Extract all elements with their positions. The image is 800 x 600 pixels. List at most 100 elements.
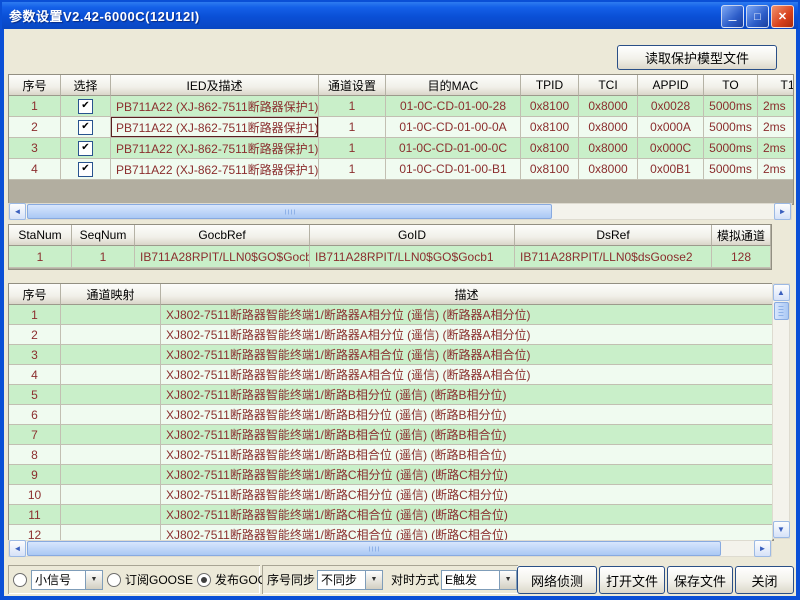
cell-mapping[interactable] (61, 325, 161, 345)
cell-sim-channel[interactable]: 128 (712, 246, 771, 268)
cell-seqnum[interactable]: 1 (72, 246, 135, 268)
scroll-down-icon[interactable]: ▼ (773, 521, 790, 538)
cell-tci[interactable]: 0x8000 (579, 117, 638, 138)
cell-ied-focused[interactable]: PB711A22 (XJ-862-7511断路器保护1) (111, 117, 319, 138)
cell-no[interactable]: 10 (9, 485, 61, 505)
cell-mapping[interactable] (61, 485, 161, 505)
cell-stanum[interactable]: 1 (9, 246, 72, 268)
scroll-up-icon[interactable]: ▲ (773, 284, 790, 301)
channel-table-vscrollbar[interactable]: ▲ ▼ (772, 283, 790, 539)
cell-desc[interactable]: XJ802-7511断路器智能终端1/断路B相合位 (遥信) (断路B相合位) (161, 445, 773, 465)
cell-mapping[interactable] (61, 425, 161, 445)
cell-channels[interactable]: 1 (319, 159, 386, 180)
cell-mac[interactable]: 01-0C-CD-01-00-B1 (386, 159, 521, 180)
cell-t1[interactable]: 2ms (758, 117, 794, 138)
cell-no[interactable]: 3 (9, 138, 61, 159)
cell-appid[interactable]: 0x0028 (638, 96, 704, 117)
cell-no[interactable]: 4 (9, 365, 61, 385)
cell-tpid[interactable]: 0x8100 (521, 159, 579, 180)
cell-gocbref[interactable]: IB711A28RPIT/LLN0$GO$Gocb1 (135, 246, 310, 268)
titlebar[interactable]: 参数设置V2.42-6000C(12U12I) — □ ✕ (2, 2, 798, 29)
cell-t1[interactable]: 2ms (758, 96, 794, 117)
cell-no[interactable]: 1 (9, 96, 61, 117)
cell-mapping[interactable] (61, 525, 161, 541)
cell-select[interactable]: ✔ (61, 96, 111, 117)
cell-ied[interactable]: PB711A22 (XJ-862-7511断路器保护1) (111, 138, 319, 159)
cell-tci[interactable]: 0x8000 (579, 159, 638, 180)
publish-goose-radio[interactable] (197, 573, 211, 587)
cell-desc[interactable]: XJ802-7511断路器智能终端1/断路C相合位 (遥信) (断路C相合位) (161, 505, 773, 525)
cell-to[interactable]: 5000ms (704, 159, 758, 180)
cell-mapping[interactable] (61, 465, 161, 485)
cell-appid[interactable]: 0x000A (638, 117, 704, 138)
cell-appid[interactable]: 0x00B1 (638, 159, 704, 180)
cell-no[interactable]: 11 (9, 505, 61, 525)
close-button[interactable]: ✕ (771, 5, 794, 28)
subscribe-goose-radio[interactable] (107, 573, 121, 587)
cell-no[interactable]: 2 (9, 325, 61, 345)
cell-goid[interactable]: IB711A28RPIT/LLN0$GO$Gocb1 (310, 246, 515, 268)
cell-mapping[interactable] (61, 345, 161, 365)
cell-channels[interactable]: 1 (319, 138, 386, 159)
checkbox-checked[interactable]: ✔ (78, 162, 93, 177)
chevron-down-icon[interactable]: ▼ (499, 571, 516, 589)
cell-desc[interactable]: XJ802-7511断路器智能终端1/断路B相分位 (遥信) (断路B相分位) (161, 405, 773, 425)
cell-no[interactable]: 6 (9, 405, 61, 425)
cell-mapping[interactable] (61, 405, 161, 425)
cell-mapping[interactable] (61, 305, 161, 325)
cell-t1[interactable]: 2ms (758, 159, 794, 180)
cell-desc[interactable]: XJ802-7511断路器智能终端1/断路器A相合位 (遥信) (断路器A相合位… (161, 345, 773, 365)
cell-to[interactable]: 5000ms (704, 117, 758, 138)
scroll-right-icon[interactable]: ► (774, 203, 791, 220)
save-file-button[interactable]: 保存文件 (667, 566, 733, 594)
cell-tci[interactable]: 0x8000 (579, 96, 638, 117)
scroll-right-icon[interactable]: ► (754, 540, 771, 557)
cell-desc[interactable]: XJ802-7511断路器智能终端1/断路器A相分位 (遥信) (断路器A相分位… (161, 305, 773, 325)
close-dialog-button[interactable]: 关闭 (735, 566, 794, 594)
seq-sync-dropdown[interactable]: 不同步 ▼ (317, 570, 383, 590)
cell-desc[interactable]: XJ802-7511断路器智能终端1/断路B相分位 (遥信) (断路B相分位) (161, 385, 773, 405)
network-detect-button[interactable]: 网络侦测 (517, 566, 597, 594)
cell-select[interactable]: ✔ (61, 138, 111, 159)
cell-mapping[interactable] (61, 445, 161, 465)
chevron-down-icon[interactable]: ▼ (85, 571, 102, 589)
read-model-file-button[interactable]: 读取保护模型文件 (617, 45, 777, 70)
cell-appid[interactable]: 0x000C (638, 138, 704, 159)
checkbox-checked[interactable]: ✔ (78, 99, 93, 114)
small-signal-dropdown[interactable]: 小信号 ▼ (31, 570, 103, 590)
cell-select[interactable]: ✔ (61, 159, 111, 180)
chevron-down-icon[interactable]: ▼ (365, 571, 382, 589)
cell-desc[interactable]: XJ802-7511断路器智能终端1/断路器A相合位 (遥信) (断路器A相合位… (161, 365, 773, 385)
cell-mac[interactable]: 01-0C-CD-01-00-28 (386, 96, 521, 117)
cell-no[interactable]: 8 (9, 445, 61, 465)
cell-desc[interactable]: XJ802-7511断路器智能终端1/断路C相合位 (遥信) (断路C相合位) (161, 525, 773, 541)
cell-to[interactable]: 5000ms (704, 138, 758, 159)
checkbox-checked[interactable]: ✔ (78, 141, 93, 156)
cell-no[interactable]: 2 (9, 117, 61, 138)
cell-no[interactable]: 12 (9, 525, 61, 541)
cell-to[interactable]: 5000ms (704, 96, 758, 117)
cell-desc[interactable]: XJ802-7511断路器智能终端1/断路器A相分位 (遥信) (断路器A相分位… (161, 325, 773, 345)
cell-no[interactable]: 4 (9, 159, 61, 180)
scroll-left-icon[interactable]: ◄ (9, 540, 26, 557)
cell-mapping[interactable] (61, 385, 161, 405)
cell-select[interactable]: ✔ (61, 117, 111, 138)
cell-desc[interactable]: XJ802-7511断路器智能终端1/断路B相合位 (遥信) (断路B相合位) (161, 425, 773, 445)
cell-mapping[interactable] (61, 365, 161, 385)
ied-table-hscrollbar[interactable]: ◄ ► (8, 203, 792, 220)
cell-no[interactable]: 9 (9, 465, 61, 485)
scrollbar-thumb[interactable] (27, 541, 721, 556)
minimize-button[interactable]: — (721, 5, 744, 28)
scrollbar-thumb[interactable] (27, 204, 552, 219)
scroll-left-icon[interactable]: ◄ (9, 203, 26, 220)
cell-tpid[interactable]: 0x8100 (521, 138, 579, 159)
scrollbar-thumb[interactable] (774, 302, 789, 320)
cell-dsref[interactable]: IB711A28RPIT/LLN0$dsGoose2 (515, 246, 712, 268)
cell-mapping[interactable] (61, 505, 161, 525)
channel-table-hscrollbar[interactable]: ◄ ► (8, 540, 772, 557)
checkbox-checked[interactable]: ✔ (78, 120, 93, 135)
cell-ied[interactable]: PB711A22 (XJ-862-7511断路器保护1) (111, 96, 319, 117)
cell-channels[interactable]: 1 (319, 117, 386, 138)
cell-mac[interactable]: 01-0C-CD-01-00-0A (386, 117, 521, 138)
cell-tpid[interactable]: 0x8100 (521, 117, 579, 138)
